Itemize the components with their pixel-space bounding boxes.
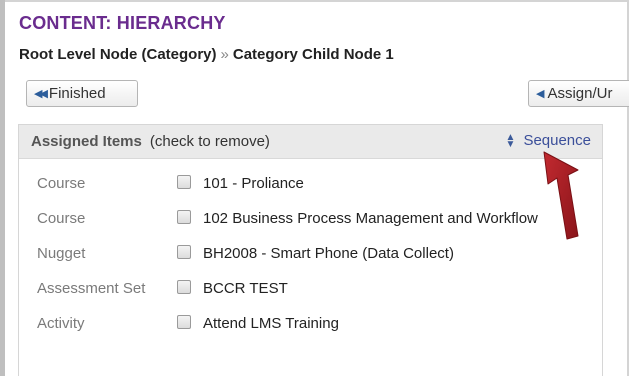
double-left-triangle-icon: ◀◀ <box>34 88 48 100</box>
left-triangle-icon: ◀ <box>536 88 545 100</box>
window-border-top <box>0 0 629 2</box>
item-label: BH2008 - Smart Phone (Data Collect) <box>203 244 454 262</box>
item-label: BCCR TEST <box>203 279 288 297</box>
finished-button[interactable]: ◀◀ Finished <box>26 80 138 107</box>
item-label: Attend LMS Training <box>203 314 339 332</box>
item-label: 102 Business Process Management and Work… <box>203 209 538 227</box>
sequence-link[interactable]: ▲ ▼ Sequence <box>506 132 591 149</box>
breadcrumb-root[interactable]: Root Level Node (Category) <box>19 46 217 63</box>
panel-title: Assigned Items <box>31 133 142 150</box>
item-type: Assessment Set <box>37 279 146 297</box>
item-type: Activity <box>37 314 85 332</box>
window-border-left <box>0 0 5 376</box>
red-arrow-annotation <box>543 151 579 240</box>
page-title: CONTENT: HIERARCHY <box>19 13 226 33</box>
app-window: CONTENT: HIERARCHY Root Level Node (Cate… <box>0 0 629 376</box>
assigned-items-panel: Assigned Items (check to remove) ▲ ▼ Sequ… <box>18 124 603 376</box>
list-item: Activity Attend LMS Training <box>37 313 597 333</box>
list-item: Course 102 Business Process Management a… <box>37 208 597 228</box>
remove-checkbox[interactable] <box>177 280 191 294</box>
breadcrumb-current: Category Child Node 1 <box>232 46 394 63</box>
remove-checkbox[interactable] <box>177 245 191 259</box>
assign-unassign-button[interactable]: ◀ Assign/Ur <box>528 80 629 107</box>
item-label: 101 - Proliance <box>203 174 304 192</box>
item-type: Nugget <box>37 244 86 262</box>
list-item: Nugget BH2008 - Smart Phone (Data Collec… <box>37 243 597 263</box>
sequence-label: Sequence <box>523 132 591 149</box>
breadcrumb-separator: » <box>220 46 229 63</box>
remove-checkbox[interactable] <box>177 315 191 329</box>
list-item: Course 101 - Proliance <box>37 173 597 193</box>
remove-checkbox[interactable] <box>177 175 191 189</box>
item-type: Course <box>37 174 86 192</box>
assign-button-label: Assign/Ur <box>547 85 613 102</box>
item-type: Course <box>37 209 86 227</box>
finished-button-label: Finished <box>48 85 106 102</box>
sort-up-down-icon: ▲ ▼ <box>505 131 516 150</box>
breadcrumb: Root Level Node (Category)» Category Chil… <box>19 46 394 63</box>
remove-checkbox[interactable] <box>177 210 191 224</box>
panel-note: (check to remove) <box>149 133 270 150</box>
list-item: Assessment Set BCCR TEST <box>37 278 597 298</box>
panel-header: Assigned Items (check to remove) ▲ ▼ Sequ… <box>19 125 602 159</box>
